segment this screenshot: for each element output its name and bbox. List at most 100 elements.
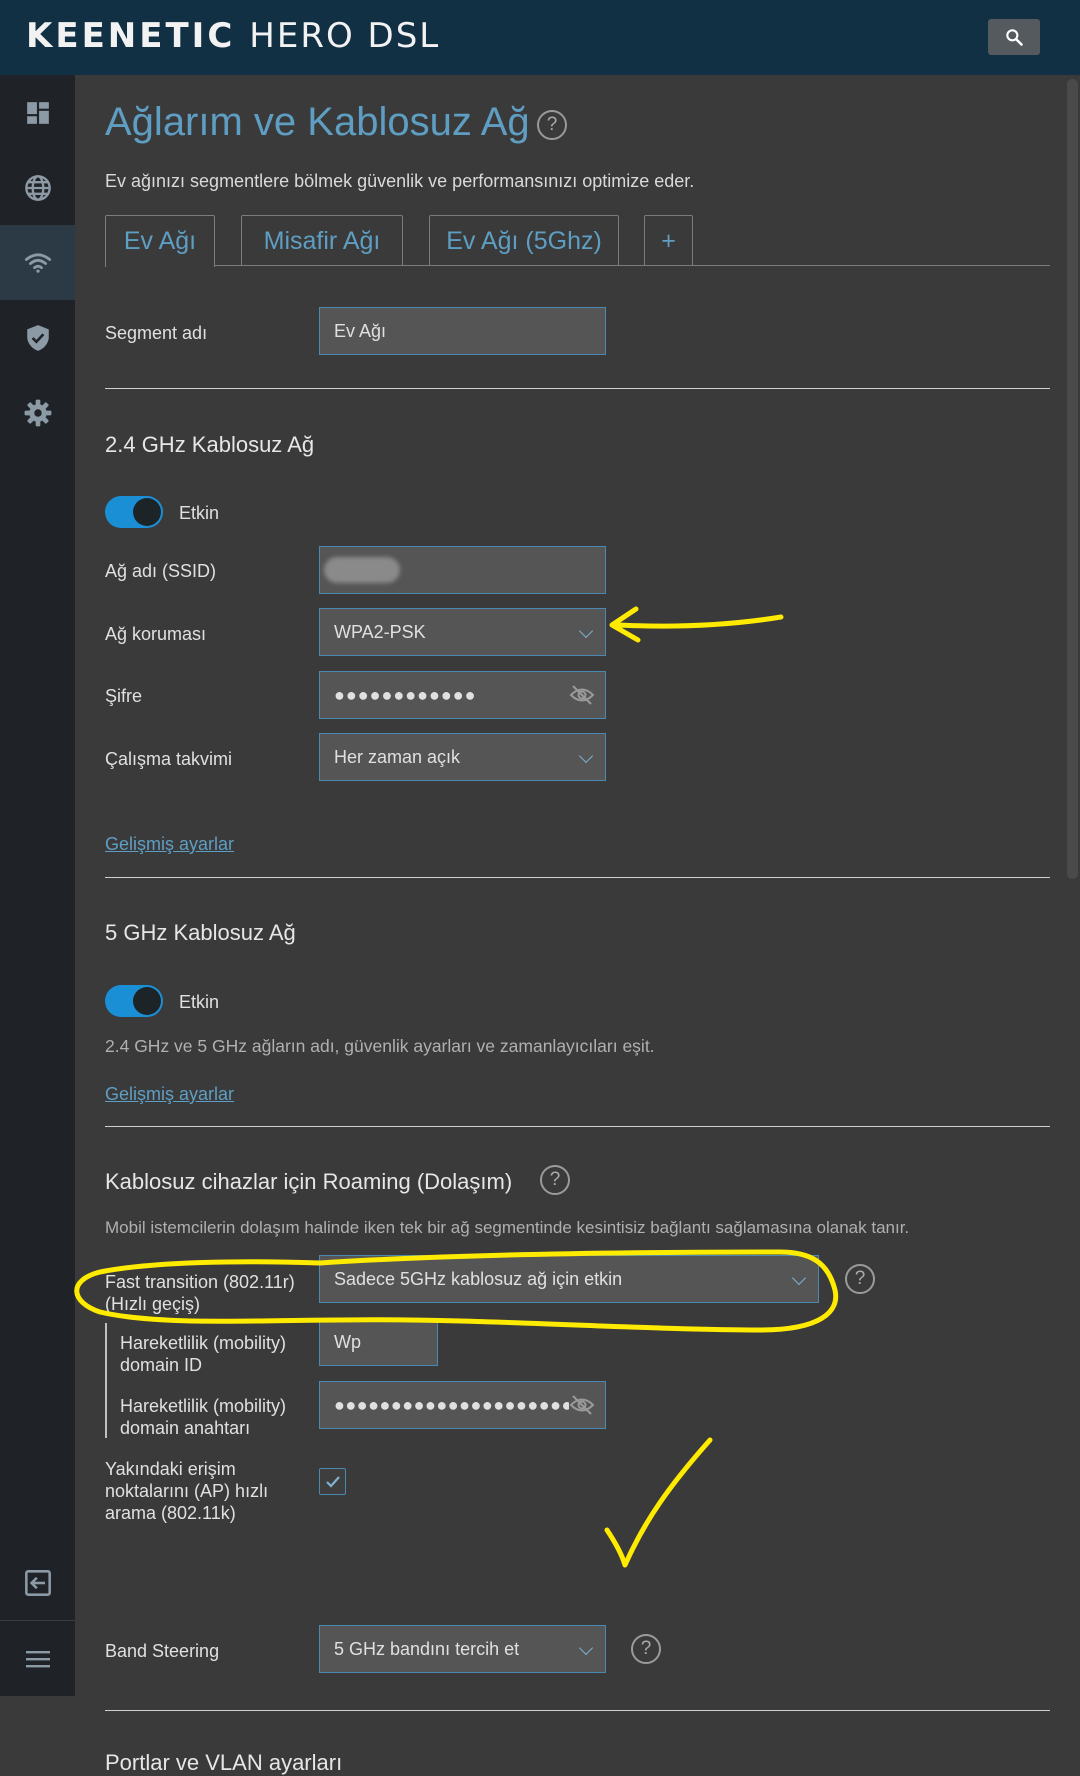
mobility-id-label: Hareketlilik (mobility) domain ID [120,1332,286,1376]
page-help-button[interactable]: ? [537,110,567,140]
segment-name-input[interactable]: Ev Ağı [319,307,606,355]
mobility-id-label-line2: domain ID [120,1355,203,1375]
section-divider [105,1126,1050,1127]
nested-indicator [105,1323,107,1438]
wifi5-advanced-link[interactable]: Gelişmiş ayarlar [105,1084,234,1105]
wifi24-enabled-toggle[interactable] [105,496,163,528]
globe-icon [24,174,51,201]
wifi24-section-title: 2.4 GHz Kablosuz Ağ [105,432,315,457]
section-divider [105,1710,1050,1711]
mobility-id-label-line1: Hareketlilik (mobility) [120,1333,287,1353]
fast-transition-value: Sadece 5GHz kablosuz ağ için etkin [334,1268,623,1289]
fast-scan-label: Yakındaki erişim noktalarını (AP) hızlı … [105,1458,268,1524]
security-select[interactable]: WPA2-PSK [319,608,606,656]
chevron-down-icon [578,748,594,764]
logo: KEENETIC HERO DSL [26,16,440,56]
band-steering-help-button[interactable]: ? [631,1634,661,1664]
sidebar [0,75,75,1696]
wifi24-advanced-link[interactable]: Gelişmiş ayarlar [105,834,234,855]
chevron-down-icon [578,1640,594,1656]
scrollbar-thumb[interactable] [1067,79,1078,879]
shield-icon [26,324,49,351]
help-icon: ? [640,1638,652,1659]
logout-icon [24,1569,51,1596]
tab-add[interactable]: + [644,215,693,266]
model-name: HERO DSL [249,16,441,56]
band-steering-select[interactable]: 5 GHz bandını tercih et [319,1625,606,1673]
sidebar-item-settings[interactable] [0,375,75,450]
brand-name: KEENETIC [26,16,236,56]
tab-label: Ev Ağı [123,227,197,255]
fast-scan-checkbox[interactable] [319,1468,346,1495]
dashboard-icon [26,101,49,124]
logout-button[interactable] [0,1545,75,1620]
add-icon: + [661,226,676,255]
menu-button[interactable] [0,1621,75,1696]
wifi24-enabled-label: Etkin [179,503,220,523]
scrollbar[interactable] [1065,75,1080,1696]
ft-label: Fast transition (802.11r) (Hızlı geçiş) [105,1271,295,1315]
section-divider [105,388,1050,389]
gear-icon [24,399,51,426]
roaming-help-button[interactable]: ? [540,1165,570,1195]
mobility-key-label: Hareketlilik (mobility) domain anahtarı [120,1395,286,1439]
mobility-id-value: Wp [334,1331,361,1352]
section-divider [105,877,1050,878]
eye-off-icon[interactable] [569,684,595,706]
tab-misafir-agi[interactable]: Misafir Ağı [241,215,403,266]
fast-transition-select[interactable]: Sadece 5GHz kablosuz ağ için etkin [319,1255,819,1303]
checkmark-icon [325,1475,340,1488]
sidebar-item-dashboard[interactable] [0,75,75,150]
tab-label: Misafir Ağı [263,226,381,255]
wifi-icon [24,252,51,273]
help-icon: ? [546,114,558,135]
fast-scan-label-line2: noktalarını (AP) hızlı [105,1481,269,1501]
tab-ev-agi-5ghz[interactable]: Ev Ağı (5Ghz) [429,215,619,266]
chevron-down-icon [791,1270,807,1286]
chevron-down-icon [578,623,594,639]
password-value: ●●●●●●●●●●●● [334,684,477,705]
help-icon: ? [854,1268,866,1289]
tab-label: Ev Ağı (5Ghz) [446,226,602,255]
mobility-domain-key-input[interactable]: ●●●●●●●●●●●●●●●●●●●●● [319,1381,606,1429]
security-label: Ağ koruması [105,624,207,644]
ssid-label: Ağ adı (SSID) [105,561,217,581]
password-label: Şifre [105,686,143,706]
sidebar-item-internet[interactable] [0,150,75,225]
wifi5-note: 2.4 GHz ve 5 GHz ağların adı, güvenlik a… [105,1036,655,1056]
sidebar-item-wifi[interactable] [0,225,75,300]
segment-name-label: Segment adı [105,323,208,343]
search-button[interactable] [988,19,1040,55]
search-icon [1006,29,1023,46]
ft-label-line2: (Hızlı geçiş) [105,1294,201,1314]
page-title: Ağlarım ve Kablosuz Ağ [105,100,530,144]
password-input[interactable]: ●●●●●●●●●●●● [319,671,606,719]
wifi5-enabled-label: Etkin [179,992,220,1012]
ft-help-button[interactable]: ? [845,1264,875,1294]
ft-label-line1: Fast transition (802.11r) [105,1272,295,1292]
segment-name-value: Ev Ağı [334,320,387,341]
main-content: Ağlarım ve Kablosuz Ağ ? Ev ağınızı segm… [75,75,1065,1775]
tab-ev-agi[interactable]: Ev Ağı [105,215,215,267]
mobility-key-label-line1: Hareketlilik (mobility) [120,1396,287,1416]
page-subtitle: Ev ağınızı segmentlere bölmek güvenlik v… [105,171,695,191]
schedule-value: Her zaman açık [334,746,461,767]
schedule-label: Çalışma takvimi [105,749,233,769]
schedule-select[interactable]: Her zaman açık [319,733,606,781]
security-value: WPA2-PSK [334,621,426,642]
roaming-description: Mobil istemcilerin dolaşım halinde iken … [105,1218,910,1237]
sidebar-item-security[interactable] [0,300,75,375]
ssid-redaction [324,557,400,583]
toggle-knob [133,498,161,526]
tabs-divider [105,265,1050,266]
help-icon: ? [549,1169,561,1190]
wifi5-enabled-toggle[interactable] [105,985,163,1017]
menu-icon [25,1650,50,1667]
ssid-input[interactable] [319,546,606,594]
ports-section-title: Portlar ve VLAN ayarları [105,1750,343,1775]
eye-off-icon[interactable] [569,1394,595,1416]
mobility-domain-id-input[interactable]: Wp [319,1318,438,1366]
band-steering-value: 5 GHz bandını tercih et [334,1638,520,1659]
fast-scan-label-line1: Yakındaki erişim [105,1459,236,1479]
fast-scan-label-line3: arama (802.11k) [105,1503,236,1523]
